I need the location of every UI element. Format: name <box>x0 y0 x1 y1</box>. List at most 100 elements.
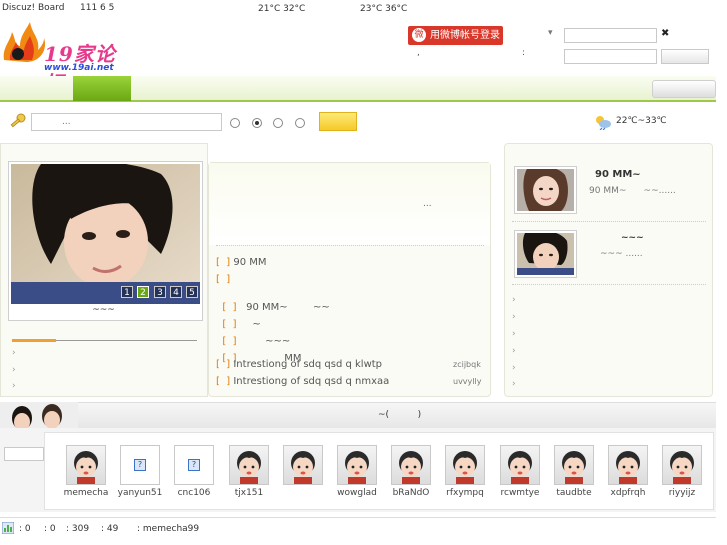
profile-1-subtitle: 90 MM~ ~~...... <box>589 186 676 196</box>
weibo-icon: 微 <box>412 28 426 42</box>
member-avatar[interactable] <box>283 445 323 485</box>
search-scope-radio-3[interactable] <box>273 118 283 128</box>
member-name[interactable]: yanyun51 <box>113 488 167 498</box>
member-name[interactable]: memecha <box>59 488 113 498</box>
post-row[interactable]: [ ] 90 MM <box>216 257 484 268</box>
member-card[interactable]: rfxympq <box>438 445 492 498</box>
member-name[interactable]: rfxympq <box>438 488 492 498</box>
post-author[interactable]: uvvylly <box>453 377 481 386</box>
stats-footer: : 0 : 0 : 309 : 49 : memecha99 <box>0 517 716 539</box>
member-card[interactable]: ? cnc106 <box>167 445 221 498</box>
member-avatar[interactable]: ? <box>120 445 160 485</box>
member-name[interactable]: tjx151 <box>222 488 276 498</box>
post-title[interactable]: Intrestiong of sdq qsd q nmxaa <box>233 376 389 387</box>
member-name[interactable]: riyyijz <box>655 488 709 498</box>
left-link-3[interactable]: › <box>12 381 16 391</box>
stat-posts: : 309 <box>66 524 90 534</box>
member-name[interactable]: xdpfrqh <box>601 488 655 498</box>
profile-1-title[interactable]: 90 MM~ <box>595 169 641 180</box>
member-avatar[interactable] <box>608 445 648 485</box>
member-avatar[interactable] <box>66 445 106 485</box>
nav-quick-button[interactable] <box>652 80 716 98</box>
member-card[interactable]: xdpfrqh <box>601 445 655 498</box>
search-input[interactable] <box>31 113 222 131</box>
site-logo[interactable]: 19家论坛 www.19ai.net <box>0 18 125 95</box>
stat-yesterday: : 0 <box>44 524 56 534</box>
photo-page-1[interactable]: 1 <box>121 286 133 298</box>
photo-page-5[interactable]: 5 <box>186 286 198 298</box>
photo-page-3[interactable]: 3 <box>154 286 166 298</box>
member-avatar[interactable] <box>229 445 269 485</box>
right-link-4[interactable]: › <box>512 346 516 356</box>
cartoon-avatar-icon <box>399 451 423 484</box>
site-name[interactable]: Discuz! Board <box>2 3 64 13</box>
member-name[interactable]: taudbte <box>547 488 601 498</box>
newest-member[interactable]: : memecha99 <box>137 524 199 534</box>
right-link-3[interactable]: › <box>512 329 516 339</box>
post-row[interactable]: [ ] Intrestiong of sdq qsd q klwtp <box>216 359 484 370</box>
nav-item-home[interactable] <box>73 76 131 101</box>
member-card[interactable]: ? yanyun51 <box>113 445 167 498</box>
flame-logo-icon <box>3 22 46 62</box>
photo-page-4[interactable]: 4 <box>170 286 182 298</box>
member-avatar[interactable] <box>554 445 594 485</box>
member-card[interactable]: bRaNdO <box>384 445 438 498</box>
login-button[interactable] <box>661 49 709 64</box>
member-avatar[interactable]: ? <box>174 445 214 485</box>
profile-2-subtitle: ~~~ ...... <box>600 249 643 259</box>
weather-icon <box>596 116 611 130</box>
close-icon[interactable]: ✖ <box>661 28 669 39</box>
member-name[interactable]: rcwmtye <box>493 488 547 498</box>
search-scope-radio-2[interactable] <box>252 118 262 128</box>
post-title[interactable]: 90 MM <box>233 257 266 268</box>
member-card[interactable] <box>276 445 330 488</box>
weibo-login-label: 用微博帐号登录 <box>430 30 500 41</box>
members-header <box>0 402 716 428</box>
weibo-login-button[interactable]: 微用微博帐号登录 <box>408 26 503 45</box>
post-row[interactable]: [ ] Intrestiong of sdq qsd q nmxaa <box>216 376 484 387</box>
search-scope-radio-1[interactable] <box>230 118 240 128</box>
member-avatar[interactable] <box>500 445 540 485</box>
member-card[interactable]: rcwmtye <box>493 445 547 498</box>
featured-photo[interactable] <box>11 164 200 304</box>
member-card[interactable]: memecha <box>59 445 113 498</box>
member-avatar[interactable] <box>445 445 485 485</box>
left-link-2[interactable]: › <box>12 365 16 375</box>
center-more-link[interactable]: ... <box>423 199 432 209</box>
login-type-dropdown-icon[interactable]: ▾ <box>548 28 553 38</box>
featured-caption[interactable]: ~~~ <box>9 305 198 315</box>
profile-photo-2[interactable] <box>514 230 577 278</box>
member-card[interactable]: wowglad <box>330 445 384 498</box>
post-author[interactable]: zcijbqk <box>453 360 481 369</box>
password-input[interactable] <box>564 49 657 64</box>
right-link-2[interactable]: › <box>512 312 516 322</box>
member-name[interactable]: wowglad <box>330 488 384 498</box>
search-scope-radio-4[interactable] <box>295 118 305 128</box>
post-title[interactable]: Intrestiong of sdq qsd q klwtp <box>233 359 382 370</box>
members-side-input[interactable] <box>4 447 44 461</box>
profile-2-title[interactable]: ~~~ <box>621 233 644 243</box>
post-row[interactable]: [ ] <box>216 274 484 285</box>
cartoon-avatar-icon <box>562 451 586 484</box>
member-card[interactable]: tjx151 <box>222 445 276 498</box>
right-link-5[interactable]: › <box>512 363 516 373</box>
profile-photo-1[interactable] <box>514 166 577 214</box>
featured-photo-frame: 1 2 3 4 5 ~~~ <box>8 161 203 321</box>
right-link-6[interactable]: › <box>512 379 516 389</box>
login-separator: , <box>417 48 420 58</box>
member-name[interactable]: cnc106 <box>167 488 221 498</box>
member-name[interactable]: bRaNdO <box>384 488 438 498</box>
member-avatar[interactable] <box>662 445 702 485</box>
cartoon-avatar-icon <box>291 451 315 484</box>
member-avatar[interactable] <box>337 445 377 485</box>
member-card[interactable]: riyyijz <box>655 445 709 498</box>
member-avatar[interactable] <box>391 445 431 485</box>
right-link-1[interactable]: › <box>512 295 516 305</box>
center-headline-area <box>209 163 490 245</box>
cartoon-avatar-icon <box>508 451 532 484</box>
member-card[interactable]: taudbte <box>547 445 601 498</box>
photo-page-2[interactable]: 2 <box>137 286 149 298</box>
left-link-1[interactable]: › <box>12 348 16 358</box>
username-input[interactable] <box>564 28 657 43</box>
search-button[interactable] <box>319 112 357 131</box>
